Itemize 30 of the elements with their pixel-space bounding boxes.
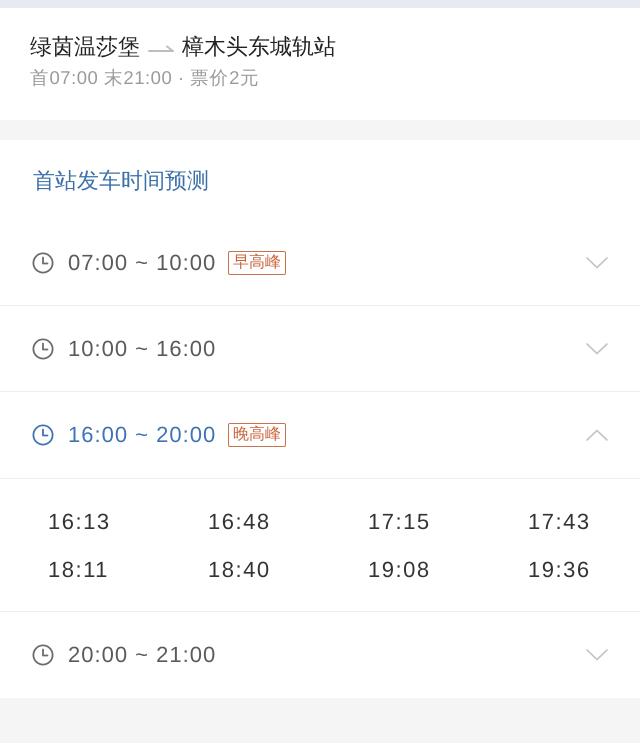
departure-time: 16:48 [208,508,271,536]
time-range: 10:00 ~ 16:00 [68,336,216,362]
destination-station: 樟木头东城轨站 [182,33,336,61]
peak-tag: 早高峰 [228,250,286,274]
time-range: 16:00 ~ 20:00 [68,422,216,448]
chevron-down-icon [586,256,608,268]
departure-time: 18:11 [48,556,109,584]
time-range: 07:00 ~ 10:00 [68,250,216,276]
chevron-down-icon [586,649,608,661]
departure-time: 17:15 [368,508,431,536]
time-period-row[interactable]: 10:00 ~ 16:00 [0,306,640,392]
clock-icon [32,644,54,666]
clock-icon [32,424,54,446]
origin-station: 绿茵温莎堡 [30,33,140,61]
departure-time: 19:36 [528,556,591,584]
time-period-row[interactable]: 07:00 ~ 10:00 早高峰 [0,220,640,306]
departure-time: 16:13 [48,508,111,536]
section-title: 首站发车时间预测 [33,167,209,195]
route-info: 首07:00 末21:00 · 票价2元 [30,67,260,88]
departure-time: 19:08 [368,556,431,584]
clock-icon [32,338,54,360]
departure-time: 18:40 [208,556,271,584]
chevron-up-icon [586,429,608,441]
chevron-down-icon [586,342,608,354]
clock-icon [32,252,54,274]
peak-tag: 晚高峰 [228,423,286,447]
time-range: 20:00 ~ 21:00 [68,642,216,668]
time-period-row[interactable]: 16:00 ~ 20:00 晚高峰 [0,392,640,478]
departure-time: 17:43 [528,508,591,536]
time-period-row[interactable]: 20:00 ~ 21:00 [0,612,640,698]
